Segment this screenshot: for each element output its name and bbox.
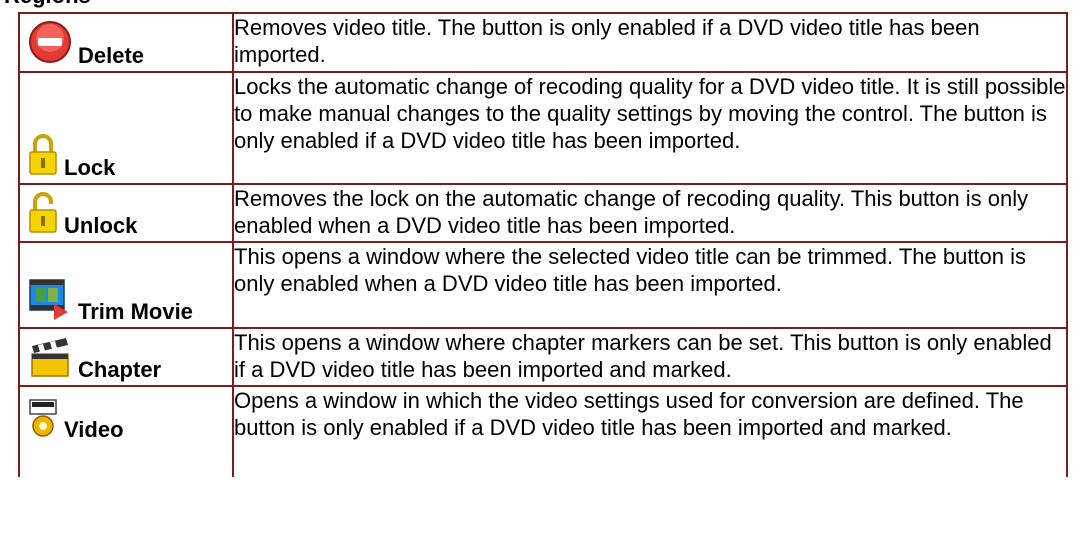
trim-movie-icon [28,278,72,325]
button-reference-table: Delete Removes video title. The button i… [18,12,1068,477]
video-settings-icon [28,398,58,443]
button-label: Unlock [64,213,138,238]
button-description: Opens a window in which the video settin… [232,385,1068,477]
button-label: Trim Movie [78,299,193,324]
button-label: Video [64,417,124,442]
heading-fragment: Regions [0,0,120,8]
button-label: Delete [78,43,145,68]
table-row: Video Opens a window in which the video … [18,385,1068,477]
button-name-cell: Unlock [18,183,234,243]
button-name-cell: Chapter [18,327,234,387]
button-name-cell: Trim Movie [18,241,234,329]
unlock-icon [28,190,58,239]
table-row: Chapter This opens a window where chapte… [18,327,1068,387]
lock-icon [28,132,58,181]
table-row: Unlock Removes the lock on the automatic… [18,183,1068,243]
button-description: Locks the automatic change of recoding q… [232,71,1068,185]
button-description: Removes video title. The button is only … [232,12,1068,73]
button-description: This opens a window where the selected v… [232,241,1068,329]
button-name-cell: Lock [18,71,234,185]
button-label: Lock [64,155,116,180]
delete-icon [28,20,72,69]
button-name-cell: Delete [18,12,234,73]
table-row: Delete Removes video title. The button i… [18,12,1068,73]
button-label: Chapter [78,357,162,382]
table-row: Trim Movie This opens a window where the… [18,241,1068,329]
table-row: Lock Locks the automatic change of recod… [18,71,1068,185]
chapter-icon [28,336,72,383]
button-description: This opens a window where chapter marker… [232,327,1068,387]
button-name-cell: Video [18,385,234,477]
button-description: Removes the lock on the automatic change… [232,183,1068,243]
